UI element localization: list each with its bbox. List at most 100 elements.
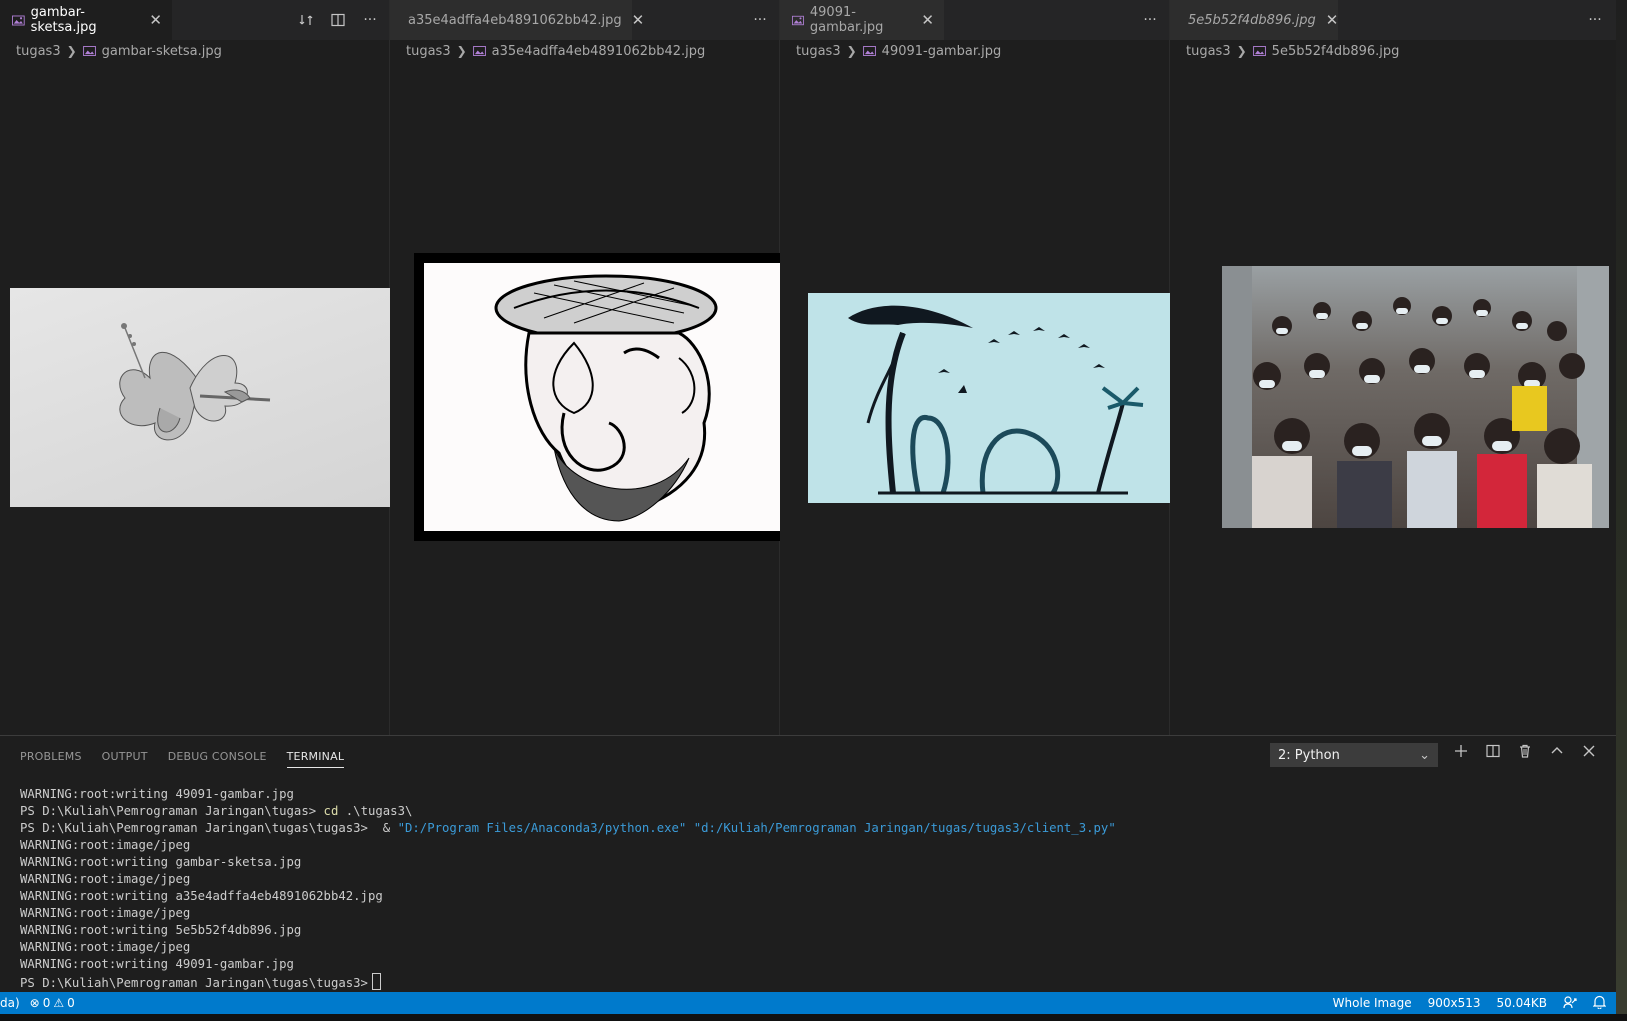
crowd-photo-image [1222, 266, 1609, 528]
more-actions-icon[interactable]: ··· [361, 11, 379, 29]
more-actions-icon[interactable]: ··· [1141, 11, 1159, 29]
breadcrumb-folder[interactable]: tugas3 [796, 44, 841, 59]
breadcrumb-file[interactable]: 5e5b52f4db896.jpg [1272, 44, 1400, 59]
tab-bar: 49091-gambar.jpg ✕ ··· [780, 0, 1169, 40]
terminal-output[interactable]: WARNING:root:writing 49091-gambar.jpg PS… [20, 786, 1116, 992]
more-actions-icon[interactable]: ··· [1586, 11, 1604, 29]
breadcrumb-folder[interactable]: tugas3 [16, 44, 61, 59]
chevron-right-icon: ❯ [456, 44, 467, 58]
tab-gambar-sketsa[interactable]: gambar-sketsa.jpg ✕ [0, 0, 172, 40]
tab-bar: gambar-sketsa.jpg ✕ ··· [0, 0, 389, 40]
terminal-cursor [371, 973, 381, 990]
breadcrumb: tugas3 ❯ 5e5b52f4db896.jpg [1186, 40, 1399, 62]
tab-output[interactable]: OUTPUT [102, 750, 148, 768]
warning-count: 0 [67, 996, 75, 1010]
terminal-line: WARNING:root:image/jpeg [20, 872, 191, 886]
editor-group-3: 49091-gambar.jpg ✕ ··· tugas3 ❯ 49091-ga… [780, 0, 1192, 735]
image-file-icon [1252, 46, 1266, 56]
new-terminal-icon[interactable] [1452, 742, 1470, 760]
close-icon[interactable]: ✕ [632, 12, 645, 28]
terminal-line: WARNING:root:image/jpeg [20, 838, 191, 852]
terminal-line: WARNING:root:writing 5e5b52f4db896.jpg [20, 923, 302, 937]
image-preview-landscape [808, 293, 1192, 503]
warning-icon: ⚠ [53, 996, 65, 1010]
breadcrumb-file[interactable]: a35e4adffa4eb4891062bb42.jpg [492, 44, 706, 59]
image-preview-caricature [414, 253, 799, 541]
tab-bar: a35e4adffa4eb4891062bb42.jpg ✕ ··· [390, 0, 779, 40]
terminal-prompt: PS D:\Kuliah\Pemrograman Jaringan\tugas\… [20, 821, 376, 835]
chevron-down-icon: ⌄ [1419, 748, 1430, 763]
image-zoom-mode[interactable]: Whole Image [1333, 996, 1412, 1010]
breadcrumb-folder[interactable]: tugas3 [406, 44, 451, 59]
tab-bar: 5e5b52f4db896.jpg ✕ ··· [1170, 0, 1616, 40]
bell-icon[interactable] [1592, 995, 1607, 1012]
breadcrumb: tugas3 ❯ 49091-gambar.jpg [796, 40, 1001, 62]
image-file-icon [792, 15, 804, 25]
close-icon[interactable]: ✕ [149, 12, 162, 28]
terminal-line: WARNING:root:writing a35e4adffa4eb489106… [20, 889, 383, 903]
image-preview-crowd [1222, 266, 1609, 528]
panel-tabs: PROBLEMS OUTPUT DEBUG CONSOLE TERMINAL [20, 750, 345, 768]
terminal-command: cd [323, 804, 339, 818]
image-file-icon [82, 46, 96, 56]
breadcrumb: tugas3 ❯ gambar-sketsa.jpg [16, 40, 222, 62]
terminal-line: WARNING:root:image/jpeg [20, 906, 191, 920]
terminal-space [686, 821, 693, 835]
editor-group-1: gambar-sketsa.jpg ✕ ··· tugas3 ❯ gambar-… [0, 0, 394, 735]
open-changes-icon[interactable] [297, 11, 315, 29]
tab-label: 5e5b52f4db896.jpg [1188, 12, 1316, 28]
tab-label: a35e4adffa4eb4891062bb42.jpg [408, 12, 622, 28]
close-icon[interactable]: ✕ [1326, 12, 1339, 28]
tree-silhouette-image [848, 305, 1144, 495]
chevron-right-icon: ❯ [66, 44, 77, 58]
tab-problems[interactable]: PROBLEMS [20, 750, 82, 768]
breadcrumb-folder[interactable]: tugas3 [1186, 44, 1231, 59]
breadcrumb-file[interactable]: gambar-sketsa.jpg [102, 44, 222, 59]
image-dimensions: 900x513 [1427, 996, 1481, 1010]
terminal-prompt: PS D:\Kuliah\Pemrograman Jaringan\tugas\… [20, 976, 368, 990]
tab-49091-gambar[interactable]: 49091-gambar.jpg ✕ [780, 0, 944, 40]
breadcrumb: tugas3 ❯ a35e4adffa4eb4891062bb42.jpg [406, 40, 705, 62]
split-editor-icon[interactable] [329, 11, 347, 29]
terminal-select[interactable]: 2: Python ⌄ [1270, 743, 1438, 767]
taskbar-edge [0, 1014, 1627, 1021]
hibiscus-sketch-image [119, 323, 271, 441]
terminal-argument: .\tugas3\ [338, 804, 413, 818]
terminal-line: WARNING:root:image/jpeg [20, 940, 191, 954]
terminal-line: WARNING:root:writing 49091-gambar.jpg [20, 957, 294, 971]
panel-actions [1452, 742, 1598, 760]
close-icon[interactable]: ✕ [921, 12, 934, 28]
terminal-line: WARNING:root:writing 49091-gambar.jpg [20, 787, 294, 801]
trash-icon[interactable] [1516, 742, 1534, 760]
terminal-string: "d:/Kuliah/Pemrograman Jaringan/tugas/tu… [693, 821, 1116, 835]
feedback-icon[interactable] [1563, 995, 1577, 1012]
image-file-icon [12, 15, 25, 25]
tab-label: gambar-sketsa.jpg [30, 5, 97, 35]
bottom-panel: PROBLEMS OUTPUT DEBUG CONSOLE TERMINAL 2… [0, 735, 1616, 993]
problems-status[interactable]: ⊗ 0 ⚠ 0 [30, 996, 75, 1010]
terminal-line: WARNING:root:writing gambar-sketsa.jpg [20, 855, 302, 869]
tab-label: 49091-gambar.jpg [809, 5, 884, 35]
breadcrumb-file[interactable]: 49091-gambar.jpg [882, 44, 1002, 59]
editor-area: gambar-sketsa.jpg ✕ ··· tugas3 ❯ gambar-… [0, 0, 1616, 735]
terminal-prompt: PS D:\Kuliah\Pemrograman Jaringan\tugas> [20, 804, 324, 818]
tab-debug-console[interactable]: DEBUG CONSOLE [168, 750, 267, 768]
maximize-panel-icon[interactable] [1548, 742, 1566, 760]
editor-group-4: 5e5b52f4db896.jpg ✕ ··· tugas3 ❯ 5e5b52f… [1170, 0, 1616, 735]
chevron-right-icon: ❯ [1236, 44, 1247, 58]
tab-a35e4adffa4eb4891062bb42[interactable]: a35e4adffa4eb4891062bb42.jpg ✕ [390, 0, 644, 40]
tab-terminal[interactable]: TERMINAL [286, 750, 345, 768]
chevron-right-icon: ❯ [846, 44, 857, 58]
window-edge [1616, 0, 1627, 1021]
close-panel-icon[interactable] [1580, 742, 1598, 760]
terminal-operator: & [375, 821, 398, 835]
more-actions-icon[interactable]: ··· [751, 11, 769, 29]
error-count: 0 [42, 996, 51, 1010]
split-terminal-icon[interactable] [1484, 742, 1502, 760]
status-interpreter[interactable]: da) [0, 996, 20, 1010]
terminal-select-value: 2: Python [1278, 747, 1340, 763]
tab-5e5b52f4db896[interactable]: 5e5b52f4db896.jpg ✕ [1170, 0, 1338, 40]
image-preview-sketch [10, 288, 394, 507]
caricature-drawing-image [494, 274, 718, 522]
error-icon: ⊗ [29, 996, 40, 1010]
